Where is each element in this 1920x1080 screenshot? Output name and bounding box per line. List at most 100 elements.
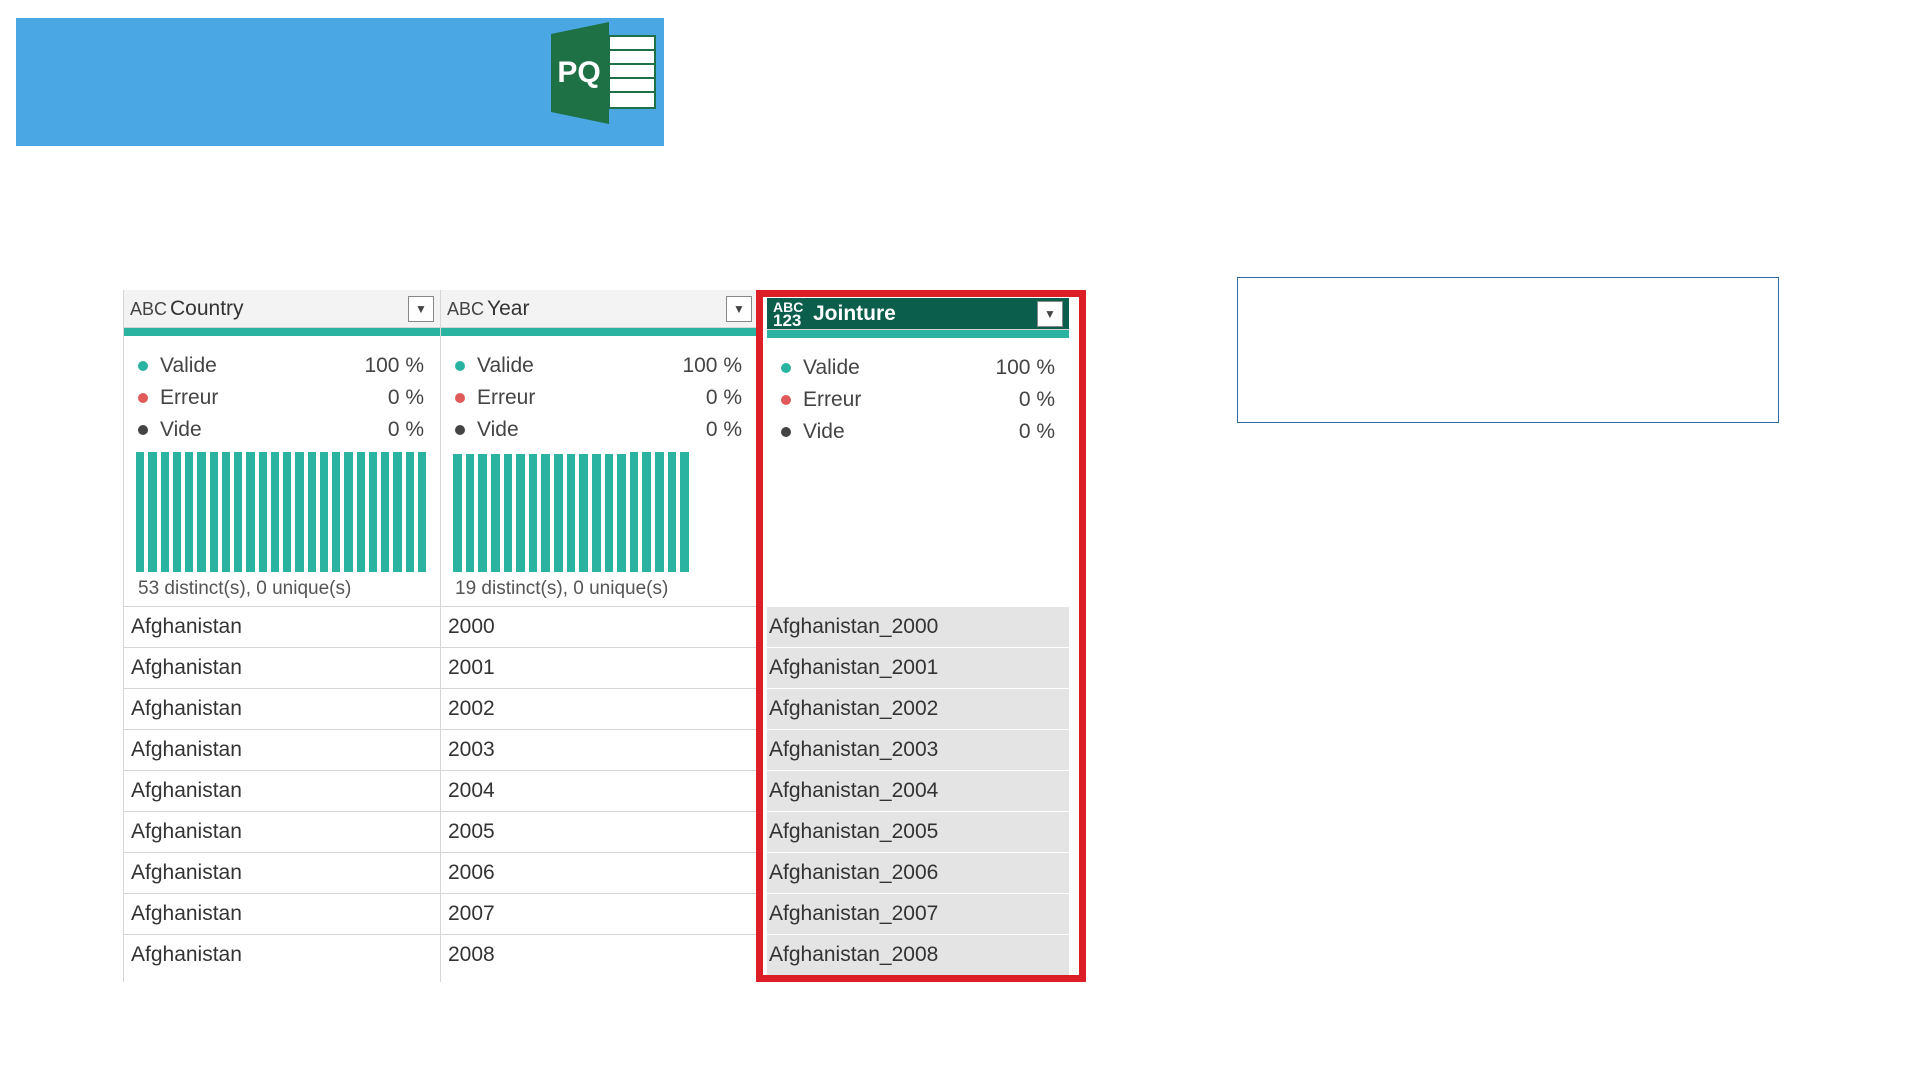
table-cell[interactable]: Afghanistan_2001 [767, 647, 1069, 688]
column-filter-dropdown-icon[interactable]: ▼ [726, 295, 752, 322]
text-type-icon[interactable]: ABC [130, 300, 170, 318]
distribution-bar[interactable] [234, 452, 243, 572]
distribution-bar[interactable] [629, 452, 639, 572]
column-quality-bar [441, 328, 758, 336]
distribution-bar[interactable] [283, 452, 292, 572]
table-cell[interactable]: 2008 [441, 934, 758, 975]
distribution-bar[interactable] [246, 452, 255, 572]
column-header-country[interactable]: ABC Country ▼ [124, 290, 440, 328]
value-distribution-chart [136, 452, 426, 572]
distribution-bar[interactable] [172, 452, 181, 572]
stat-valid: Valide 100 % [455, 350, 742, 382]
distribution-bar[interactable] [148, 452, 157, 572]
any-type-icon[interactable]: ABC 123 [773, 300, 813, 329]
distribution-bar[interactable] [478, 454, 487, 572]
table-cell[interactable]: Afghanistan [124, 647, 440, 688]
distribution-bar[interactable] [209, 452, 218, 572]
table-cell[interactable]: Afghanistan [124, 934, 440, 975]
distribution-bar[interactable] [417, 452, 426, 572]
distribution-bar[interactable] [667, 452, 677, 572]
empty-dot-icon [781, 427, 791, 437]
distribution-bar[interactable] [185, 452, 194, 572]
distribution-bar[interactable] [579, 454, 588, 572]
table-cell[interactable]: Afghanistan [124, 688, 440, 729]
table-cell[interactable]: Afghanistan_2003 [767, 729, 1069, 770]
error-dot-icon [455, 393, 465, 403]
distribution-bar[interactable] [453, 454, 462, 572]
distribution-bar[interactable] [136, 452, 145, 572]
table-cell[interactable]: 2000 [441, 606, 758, 647]
svg-text:PQ: PQ [557, 56, 600, 89]
column-quality-stats: Valide 100 % Erreur 0 % Vide 0 % [441, 336, 758, 446]
table-cell[interactable]: Afghanistan [124, 811, 440, 852]
distribution-bar[interactable] [617, 454, 626, 572]
table-cell[interactable]: Afghanistan [124, 893, 440, 934]
data-preview-grid: ABC Country ▼ Valide 100 % Erreur 0 % Vi… [123, 290, 1077, 982]
table-cell[interactable]: Afghanistan_2000 [767, 606, 1069, 647]
distribution-bar[interactable] [554, 454, 563, 572]
distribution-bar[interactable] [368, 452, 377, 572]
distribution-bar[interactable] [490, 454, 500, 572]
distribution-bar[interactable] [680, 452, 689, 572]
column-header-year[interactable]: ABC Year ▼ [441, 290, 758, 328]
table-cell[interactable]: 2002 [441, 688, 758, 729]
text-type-icon[interactable]: ABC [447, 300, 487, 318]
column-quality-bar [124, 328, 440, 336]
distribution-bar[interactable] [642, 452, 651, 572]
distribution-bar[interactable] [541, 454, 550, 572]
table-cell[interactable]: 2006 [441, 852, 758, 893]
distribution-bar[interactable] [604, 454, 614, 572]
distribution-bar[interactable] [405, 452, 414, 572]
distribution-bar[interactable] [197, 452, 206, 572]
distribution-bar[interactable] [381, 452, 390, 572]
error-dot-icon [781, 395, 791, 405]
distribution-bar[interactable] [465, 454, 475, 572]
table-cell[interactable]: Afghanistan_2004 [767, 770, 1069, 811]
table-cell[interactable]: 2003 [441, 729, 758, 770]
distribution-bar[interactable] [655, 452, 664, 572]
distribution-bar[interactable] [332, 452, 341, 572]
stat-error: Erreur 0 % [455, 382, 742, 414]
table-cell[interactable]: 2007 [441, 893, 758, 934]
column-name: Year [487, 296, 530, 320]
column-name: Country [170, 296, 244, 320]
table-cell[interactable]: Afghanistan_2007 [767, 893, 1069, 934]
table-cell[interactable]: Afghanistan_2006 [767, 852, 1069, 893]
distribution-bar[interactable] [270, 452, 279, 572]
table-cell[interactable]: Afghanistan_2008 [767, 934, 1069, 975]
table-cell[interactable]: Afghanistan_2002 [767, 688, 1069, 729]
column-header-jointure[interactable]: ABC 123 Jointure ▼ [767, 298, 1069, 330]
distribution-bar[interactable] [307, 452, 316, 572]
distribution-bar[interactable] [528, 454, 538, 572]
column-filter-dropdown-icon[interactable]: ▼ [408, 295, 434, 322]
table-cell[interactable]: 2004 [441, 770, 758, 811]
table-cell[interactable]: Afghanistan [124, 606, 440, 647]
stat-error: Erreur 0 % [138, 382, 424, 414]
column-name: Jointure [813, 301, 896, 325]
distribution-bar[interactable] [393, 452, 402, 572]
distribution-bar[interactable] [319, 452, 328, 572]
table-cell[interactable]: 2001 [441, 647, 758, 688]
stat-empty: Vide 0 % [455, 414, 742, 446]
table-cell[interactable]: Afghanistan [124, 729, 440, 770]
distribution-bar[interactable] [160, 452, 169, 572]
valid-dot-icon [781, 363, 791, 373]
table-cell[interactable]: Afghanistan [124, 852, 440, 893]
distribution-bar[interactable] [503, 454, 513, 572]
distinct-count-label: 19 distinct(s), 0 unique(s) [455, 578, 669, 599]
column-rows: 2000 2001 2002 2003 2004 2005 2006 2007 2008 [441, 606, 758, 975]
table-cell[interactable]: Afghanistan_2005 [767, 811, 1069, 852]
table-cell[interactable]: Afghanistan [124, 770, 440, 811]
distribution-bar[interactable] [295, 452, 304, 572]
column-filter-dropdown-icon[interactable]: ▼ [1037, 300, 1063, 327]
distribution-bar[interactable] [566, 454, 576, 572]
distribution-bar[interactable] [516, 454, 525, 572]
column-quality-stats: Valide 100 % Erreur 0 % Vide 0 % [759, 338, 1077, 448]
table-cell[interactable]: 2005 [441, 811, 758, 852]
distribution-bar[interactable] [591, 454, 601, 572]
distribution-bar[interactable] [356, 452, 365, 572]
distribution-bar[interactable] [344, 452, 353, 572]
distribution-bar[interactable] [258, 452, 267, 572]
power-query-excel-logo: PQ [551, 22, 656, 124]
distribution-bar[interactable] [221, 452, 230, 572]
